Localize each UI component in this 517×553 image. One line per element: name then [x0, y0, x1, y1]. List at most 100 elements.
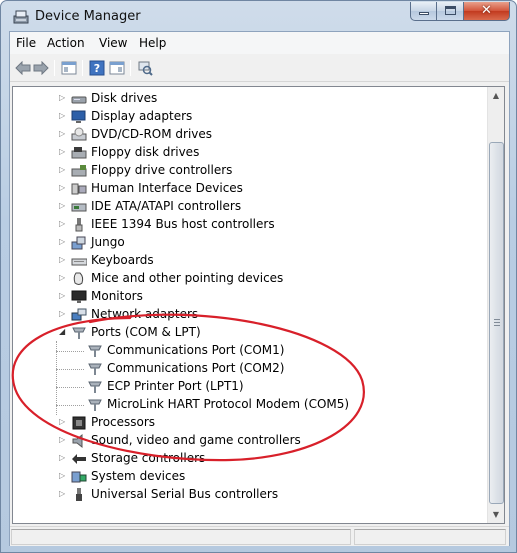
expand-arrow-icon[interactable]: ▷: [59, 164, 69, 176]
tree-category-item[interactable]: ▷ Sound, video and game controllers: [13, 432, 491, 450]
port-icon: [88, 381, 102, 393]
expand-arrow-icon[interactable]: ▷: [59, 146, 69, 158]
device-tree[interactable]: ▷ Disk drives ▷ Display adapters ▷ DVD/CD-ROM…: [12, 86, 505, 524]
tree-category-item[interactable]: ◢ Ports (COM & LPT): [13, 324, 491, 342]
tree-category-item[interactable]: ▷ IEEE 1394 Bus host controllers: [13, 216, 491, 234]
show-hide-console-tree-icon: [61, 61, 77, 75]
expand-arrow-icon[interactable]: ▷: [59, 452, 69, 464]
menu-bar: File Action View Help: [10, 32, 509, 54]
expand-arrow-icon[interactable]: ▷: [59, 200, 69, 212]
tree-item-label: ECP Printer Port (LPT1): [107, 379, 244, 393]
device-manager-app-icon: [13, 10, 29, 24]
tree-category-item[interactable]: ▷ DVD/CD-ROM drives: [13, 126, 491, 144]
tree-category-item[interactable]: ▷ Network adapters: [13, 306, 491, 324]
tree-category-item[interactable]: ▷ Jungo: [13, 234, 491, 252]
expand-arrow-icon[interactable]: ▷: [59, 416, 69, 428]
expand-arrow-icon[interactable]: ▷: [59, 128, 69, 140]
tree-category-item[interactable]: ▷ Display adapters: [13, 108, 491, 126]
menu-file[interactable]: File: [16, 36, 36, 50]
maximize-button[interactable]: [437, 2, 464, 21]
tree-item-label: Communications Port (COM1): [107, 343, 285, 357]
tree-category-item[interactable]: ▷ Universal Serial Bus controllers: [13, 486, 491, 504]
expand-arrow-icon[interactable]: ▷: [59, 92, 69, 104]
menu-help[interactable]: Help: [139, 36, 166, 50]
menu-action[interactable]: Action: [47, 36, 85, 50]
help-button[interactable]: ?: [88, 59, 106, 77]
menu-view[interactable]: View: [99, 36, 127, 50]
properties-button[interactable]: [108, 59, 126, 77]
tree-item-label: Mice and other pointing devices: [91, 271, 284, 285]
expand-arrow-icon[interactable]: ▷: [59, 272, 69, 284]
status-bar: [10, 526, 509, 546]
back-button[interactable]: [14, 59, 32, 77]
tree-category-item[interactable]: ▷ Human Interface Devices: [13, 180, 491, 198]
port-icon: [88, 363, 102, 375]
tree-child-item[interactable]: MicroLink HART Protocol Modem (COM5): [13, 396, 491, 414]
expand-arrow-icon[interactable]: ▷: [59, 308, 69, 320]
tree-category-item[interactable]: ▷ Storage controllers: [13, 450, 491, 468]
toolbar-separator: [130, 60, 131, 76]
tree-item-label: Monitors: [91, 289, 143, 303]
tree-category-item[interactable]: ▷ Disk drives: [13, 90, 491, 108]
window-title: Device Manager: [35, 9, 141, 24]
scroll-up-arrow[interactable]: ▲: [488, 87, 504, 104]
tree-item-label: Keyboards: [91, 253, 154, 267]
sound-icon: [72, 433, 83, 449]
tree-category-item[interactable]: ▷ Mice and other pointing devices: [13, 270, 491, 288]
expand-arrow-icon[interactable]: ▷: [59, 182, 69, 194]
mouse-icon: [73, 272, 84, 285]
status-pane-main: [11, 529, 351, 545]
tree-item-label: MicroLink HART Protocol Modem (COM5): [107, 397, 350, 411]
tree-category-item[interactable]: ▷ Monitors: [13, 288, 491, 306]
tree-category-item[interactable]: ▷ System devices: [13, 468, 491, 486]
scroll-grip: [494, 319, 500, 326]
floppy-controller-icon: [71, 165, 87, 177]
close-button[interactable]: ✕: [464, 2, 510, 21]
tree-item-label: IEEE 1394 Bus host controllers: [91, 217, 275, 231]
ide-controller-icon: [71, 203, 87, 212]
tree-item-label: Floppy disk drives: [91, 145, 200, 159]
client-area: File Action View Help ? ▷ Disk drives ▷ …: [9, 31, 510, 546]
expand-arrow-icon[interactable]: ▷: [59, 110, 69, 122]
keyboard-icon: [71, 258, 87, 266]
title-bar[interactable]: Device Manager ✕: [1, 1, 516, 31]
tree-item-label: Floppy drive controllers: [91, 163, 233, 177]
usb-icon: [76, 488, 82, 501]
forward-button[interactable]: [32, 59, 50, 77]
tree-category-item[interactable]: ▷ Processors: [13, 414, 491, 432]
expand-arrow-icon[interactable]: ▷: [59, 236, 69, 248]
minimize-icon: [419, 12, 429, 15]
port-icon: [88, 345, 102, 357]
hid-icon: [71, 183, 87, 195]
tree-category-item[interactable]: ▷ IDE ATA/ATAPI controllers: [13, 198, 491, 216]
expand-arrow-icon[interactable]: ▷: [59, 254, 69, 266]
expand-arrow-icon[interactable]: ▷: [59, 434, 69, 446]
expand-arrow-icon[interactable]: ▷: [59, 470, 69, 482]
expand-arrow-icon[interactable]: ▷: [59, 290, 69, 302]
tree-item-label: Universal Serial Bus controllers: [91, 487, 279, 501]
tree-child-item[interactable]: ECP Printer Port (LPT1): [13, 378, 491, 396]
show-hide-console-tree-button[interactable]: [60, 59, 78, 77]
expand-arrow-icon[interactable]: ▷: [59, 218, 69, 230]
tree-item-label: Network adapters: [91, 307, 199, 321]
help-icon: ?: [89, 60, 105, 76]
properties-icon: [109, 61, 125, 75]
port-icon: [72, 327, 86, 339]
minimize-button[interactable]: [410, 2, 437, 21]
collapse-arrow-icon[interactable]: ◢: [59, 326, 69, 338]
tree-connector: [56, 405, 84, 406]
tree-category-item[interactable]: ▷ Keyboards: [13, 252, 491, 270]
tree-category-item[interactable]: ▷ Floppy drive controllers: [13, 162, 491, 180]
dvd-drive-icon: [71, 127, 87, 141]
scroll-thumb[interactable]: [489, 142, 504, 504]
vertical-scrollbar[interactable]: ▲ ▼: [487, 87, 504, 523]
scroll-down-arrow[interactable]: ▼: [488, 506, 504, 523]
tree-connector: [56, 369, 84, 370]
scan-hardware-button[interactable]: [136, 59, 154, 77]
port-icon: [88, 399, 102, 411]
tree-child-item[interactable]: Communications Port (COM1): [13, 342, 491, 360]
tree-category-item[interactable]: ▷ Floppy disk drives: [13, 144, 491, 162]
expand-arrow-icon[interactable]: ▷: [59, 488, 69, 500]
caption-buttons: ✕: [410, 2, 510, 22]
tree-child-item[interactable]: Communications Port (COM2): [13, 360, 491, 378]
